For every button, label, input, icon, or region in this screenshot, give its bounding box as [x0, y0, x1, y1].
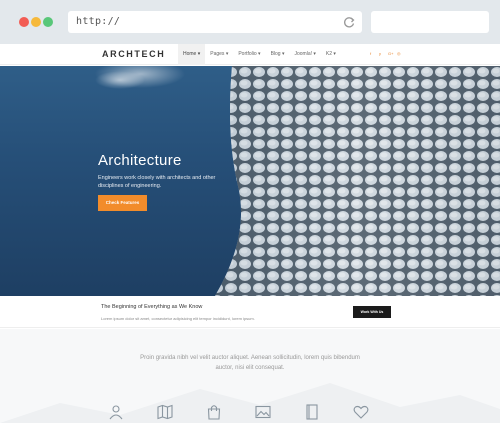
- map-icon[interactable]: [157, 404, 173, 420]
- book-icon[interactable]: [304, 404, 320, 420]
- reload-icon[interactable]: [342, 15, 356, 29]
- cta-text: Lorem ipsum dolor sit amet, consectetur …: [101, 316, 255, 321]
- site-logo[interactable]: ARCHTECH: [102, 49, 165, 59]
- facebook-icon[interactable]: f: [370, 51, 374, 57]
- user-icon[interactable]: [108, 404, 124, 420]
- heart-icon[interactable]: [353, 404, 369, 420]
- cta-title: The Beginning of Everything as We Know: [101, 304, 203, 310]
- dribbble-icon[interactable]: ◎: [397, 51, 401, 57]
- check-features-button[interactable]: Check Features: [98, 195, 147, 211]
- intro-text: Proin gravida nibh vel velit auctor aliq…: [140, 355, 360, 371]
- hero-title: Architecture: [98, 152, 182, 169]
- site-header: ARCHTECH Home ▾ Pages ▾ Portfolio ▾ Blog…: [0, 44, 500, 65]
- menu-item-blog[interactable]: Blog ▾: [266, 44, 290, 65]
- hero-banner: Architecture Engineers work closely with…: [0, 66, 500, 296]
- close-window-button[interactable]: [19, 17, 29, 27]
- menu-item-joomla[interactable]: Joomla! ▾: [289, 44, 320, 65]
- call-to-action-bar: The Beginning of Everything as We Know L…: [0, 296, 500, 328]
- social-links: f y G+ ◎: [370, 51, 401, 57]
- web-page: ARCHTECH Home ▾ Pages ▾ Portfolio ▾ Blog…: [0, 44, 500, 423]
- browser-search-bar[interactable]: [371, 11, 489, 33]
- menu-item-pages[interactable]: Pages ▾: [205, 44, 233, 65]
- work-with-us-button[interactable]: Work With Us: [353, 306, 391, 318]
- hero-subtitle: Engineers work closely with architects a…: [98, 175, 216, 189]
- hero-building-image: [95, 66, 500, 296]
- address-text: http://: [76, 16, 121, 27]
- menu-item-k2[interactable]: K2 ▾: [321, 44, 341, 65]
- menu-item-portfolio[interactable]: Portfolio ▾: [233, 44, 265, 65]
- twitter-icon[interactable]: y: [379, 51, 383, 57]
- minimize-window-button[interactable]: [31, 17, 41, 27]
- address-bar[interactable]: http://: [68, 11, 362, 33]
- main-menu: Home ▾ Pages ▾ Portfolio ▾ Blog ▾ Joomla…: [178, 44, 341, 65]
- features-section: Proin gravida nibh vel velit auctor aliq…: [0, 329, 500, 423]
- google-plus-icon[interactable]: G+: [388, 51, 393, 57]
- shopping-bag-icon[interactable]: [206, 404, 222, 420]
- maximize-window-button[interactable]: [43, 17, 53, 27]
- menu-item-home[interactable]: Home ▾: [178, 44, 206, 65]
- image-icon[interactable]: [255, 404, 271, 420]
- browser-chrome: http://: [0, 0, 500, 44]
- feature-icons: [108, 404, 369, 420]
